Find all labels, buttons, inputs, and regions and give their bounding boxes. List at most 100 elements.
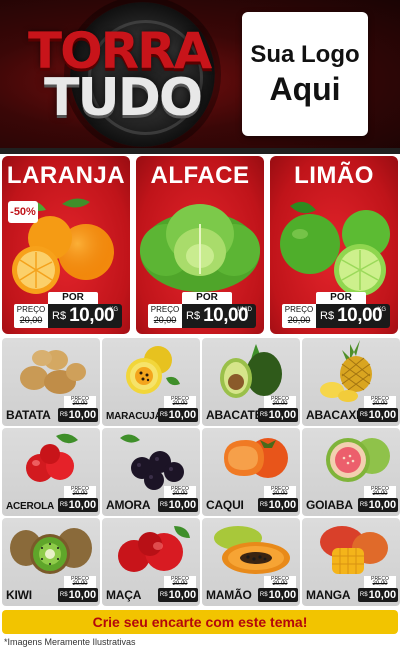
preco-label: PREÇO (16, 305, 46, 314)
old-price: PREÇO 20,00 (264, 396, 296, 408)
por-label: POR (316, 292, 366, 304)
old-price-value: 20,00 (172, 491, 188, 497)
product-card-abacate[interactable]: ABACATE PREÇO 20,00 R$ 10,00 (202, 338, 300, 426)
price-unit: KG (377, 307, 386, 313)
old-price: PREÇO 20,00 (14, 304, 48, 328)
price-unit: UNID (237, 307, 252, 313)
lime-icon (280, 201, 390, 296)
product-card-manga[interactable]: MANGA PREÇO 20,00 R$ 10,00 (302, 518, 400, 606)
price-tag: R$ 10,00 KG (316, 304, 390, 328)
lettuce-icon (140, 204, 260, 292)
product-card-kiwi[interactable]: KIWI PREÇO 20,00 R$ 10,00 (2, 518, 100, 606)
price-value: 10,00 (268, 499, 297, 511)
product-card-abacaxi[interactable]: ABACAXI PREÇO 20,00 R$ 10,00 (302, 338, 400, 426)
price-value: 10,00 (68, 409, 97, 421)
old-price-value: 20,00 (172, 581, 188, 587)
product-card-maracuja[interactable]: MARACUJÁ PREÇO 20,00 R$ 10,00 (102, 338, 200, 426)
old-price: PREÇO 20,00 (64, 576, 96, 588)
price-value: 10,00 (69, 305, 115, 326)
old-price-value: 20,00 (372, 401, 388, 407)
price-box: R$ 10,00 (258, 588, 298, 602)
product-name: ABACATE (206, 408, 263, 422)
price-value: 10,00 (68, 499, 97, 511)
price-box: R$ 10,00 (258, 498, 298, 512)
product-card-mamao[interactable]: MAMÃO PREÇO 20,00 R$ 10,00 (202, 518, 300, 606)
product-card-caqui[interactable]: CAQUI PREÇO 20,00 R$ 10,00 (202, 428, 300, 516)
avocado-icon (220, 344, 282, 398)
currency: R$ (186, 310, 201, 322)
old-price-value: 20,00 (272, 491, 288, 497)
price-tag: PREÇO 20,00 R$ 10,00 (358, 486, 398, 512)
highlight-card-limao[interactable]: LIMÃO POR PREÇO 20,00 R$ 10,00 KG (270, 156, 398, 334)
product-card-batata[interactable]: BATATA PREÇO 20,00 R$ 10,00 (2, 338, 100, 426)
papaya-icon (214, 526, 290, 574)
header-banner: TORRA TUDO Sua Logo Aqui (0, 0, 400, 148)
old-price-value: 20,00 (172, 401, 188, 407)
old-price: PREÇO 20,00 (282, 304, 316, 328)
product-name: MAMÃO (206, 588, 252, 602)
price-box: R$ 10,00 (58, 408, 98, 422)
apple-icon (118, 526, 190, 572)
price-tag: PREÇO 20,00 R$ 10,00 (58, 396, 98, 422)
currency: R$ (259, 412, 268, 418)
price-tag: PREÇO 20,00 R$ 10,00 (258, 486, 298, 512)
old-price: PREÇO 20,00 (164, 396, 196, 408)
price-tag: PREÇO 20,00 R$ 10,00 (258, 576, 298, 602)
product-card-amora[interactable]: AMORA PREÇO 20,00 R$ 10,00 (102, 428, 200, 516)
create-flyer-button[interactable]: Crie seu encarte com este tema! (2, 610, 398, 634)
discount-badge: -50% (8, 201, 38, 223)
old-price-value: 20,00 (372, 491, 388, 497)
mango-icon (320, 526, 388, 574)
price-value: 10,00 (168, 589, 197, 601)
price-tag: PREÇO 20,00 R$ 10,00 (258, 396, 298, 422)
currency: R$ (320, 310, 335, 322)
product-name: MAÇA (106, 588, 142, 602)
guava-icon (326, 438, 390, 482)
currency: R$ (159, 412, 168, 418)
highlight-title: LIMÃO (294, 162, 374, 189)
por-label: POR (182, 292, 232, 304)
price-box: R$ 10,00 (158, 498, 198, 512)
highlight-products: LARANJA -50% POR PREÇO 20,00 R$ 10,00 KG (0, 154, 400, 336)
logo-placeholder-line-2: Aqui (269, 70, 341, 107)
highlight-card-alface[interactable]: ALFACE POR PREÇO 20,00 R$ 10,00 UNID (136, 156, 264, 334)
price-box: R$ 10,00 (358, 588, 398, 602)
logo-placeholder-line-1: Sua Logo (250, 40, 360, 68)
price-tag: PREÇO 20,00 R$ 10,00 (158, 396, 198, 422)
price-tag: PREÇO 20,00 R$ 10,00 (158, 576, 198, 602)
currency: R$ (59, 502, 68, 508)
logo-placeholder[interactable]: Sua Logo Aqui (242, 12, 368, 136)
product-card-acerola[interactable]: ACEROLA PREÇO 20,00 R$ 10,00 (2, 428, 100, 516)
old-price: PREÇO 20,00 (164, 576, 196, 588)
potato-icon (20, 350, 86, 394)
persimmon-icon (224, 438, 288, 478)
preco-label: PREÇO (150, 305, 180, 314)
disclaimer-text: *Imagens Meramente Ilustrativas (4, 637, 136, 647)
highlight-card-laranja[interactable]: LARANJA -50% POR PREÇO 20,00 R$ 10,00 KG (2, 156, 130, 334)
currency: R$ (359, 502, 368, 508)
currency: R$ (159, 592, 168, 598)
old-price: PREÇO 20,00 (164, 486, 196, 498)
price-box: R$ 10,00 (358, 498, 398, 512)
old-price: PREÇO 20,00 (364, 396, 396, 408)
brand-line-2: TUDO (44, 68, 203, 128)
product-card-goiaba[interactable]: GOIABA PREÇO 20,00 R$ 10,00 (302, 428, 400, 516)
product-name: GOIABA (306, 498, 353, 512)
price-tag: R$ 10,00 UNID (182, 304, 256, 328)
price-value: 10,00 (368, 589, 397, 601)
price-box: R$ 10,00 (358, 408, 398, 422)
price-value: 10,00 (368, 409, 397, 421)
old-price-value: 20,00 (19, 315, 43, 325)
old-price-value: 20,00 (287, 315, 311, 325)
price-tag: PREÇO 20,00 R$ 10,00 (58, 576, 98, 602)
currency: R$ (259, 502, 268, 508)
old-price-value: 20,00 (272, 581, 288, 587)
currency: R$ (259, 592, 268, 598)
currency: R$ (59, 592, 68, 598)
product-card-maca[interactable]: MAÇA PREÇO 20,00 R$ 10,00 (102, 518, 200, 606)
blackberry-icon (120, 434, 184, 490)
old-price: PREÇO 20,00 (364, 576, 396, 588)
price-box: R$ 10,00 (158, 588, 198, 602)
old-price: PREÇO 20,00 (64, 396, 96, 408)
old-price: PREÇO 20,00 (264, 576, 296, 588)
